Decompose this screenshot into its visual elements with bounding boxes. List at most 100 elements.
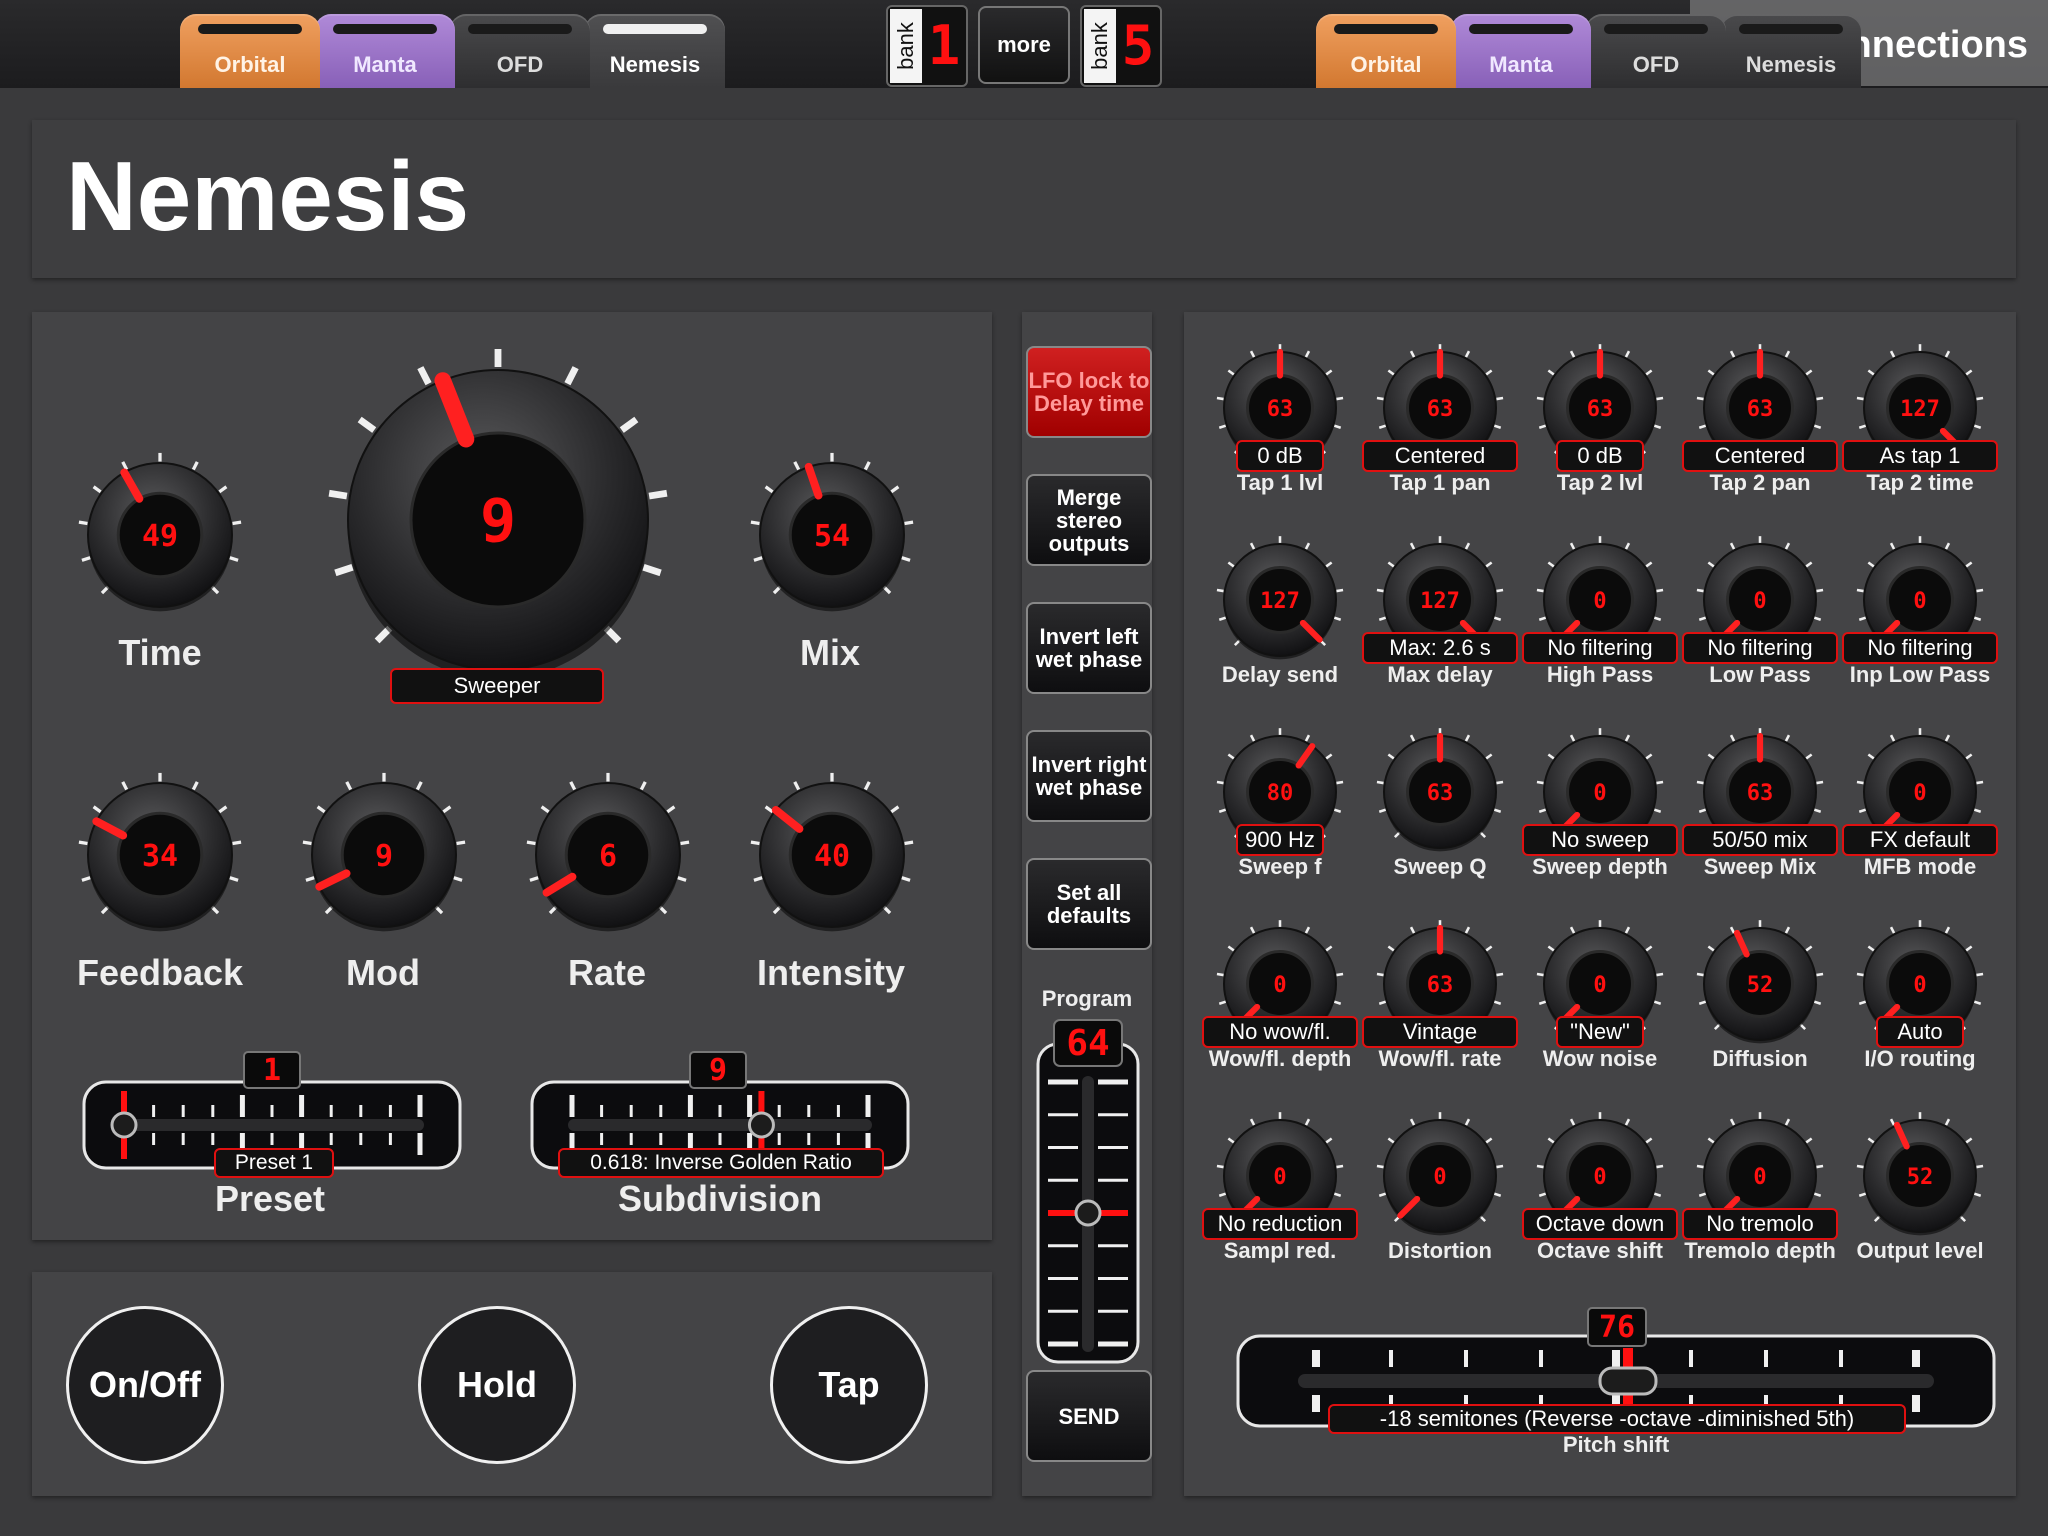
param-24-knob[interactable]: 52	[1856, 1112, 1984, 1236]
tick-mark	[1464, 350, 1471, 358]
tick-mark	[1536, 588, 1544, 593]
param-9-value: 0	[1913, 589, 1926, 614]
invert-left-phase-button[interactable]: Invert left wet phase	[1026, 602, 1152, 694]
param-14-value: 0	[1913, 781, 1926, 806]
feedback-knob[interactable]: 34	[78, 772, 242, 932]
tick-mark	[1378, 424, 1387, 429]
tick-mark	[1336, 396, 1344, 401]
on-off-button[interactable]: On/Off	[66, 1306, 224, 1464]
invert-right-phase-button[interactable]: Invert right wet phase	[1026, 730, 1152, 822]
tab-nemesis[interactable]: Nemesis	[1721, 14, 1861, 88]
tick-mark	[191, 461, 199, 471]
param-display: As tap 1	[1842, 440, 1998, 472]
tab-indicator	[333, 24, 437, 34]
tick-mark	[529, 876, 539, 882]
param-label: High Pass	[1546, 662, 1654, 687]
param-16-value: 63	[1427, 973, 1454, 998]
slider-thumb[interactable]	[110, 1111, 138, 1139]
mix-knob[interactable]: 54	[750, 452, 914, 612]
tick-mark	[750, 520, 760, 526]
param-label: Sweep f	[1238, 854, 1322, 879]
tick-mark	[1729, 542, 1736, 550]
time-knob[interactable]: 49	[78, 452, 242, 612]
program-label: Program	[1041, 986, 1133, 1011]
param-display: No reduction	[1202, 1208, 1358, 1240]
tick-mark	[1227, 753, 1235, 760]
tick-mark	[890, 485, 900, 494]
lfo-lock-button[interactable]: LFO lock to Delay time	[1026, 346, 1152, 438]
tap-button[interactable]: Tap	[770, 1306, 928, 1464]
tick-mark	[1333, 808, 1342, 813]
tick-mark	[1645, 945, 1653, 952]
tick-mark	[1496, 588, 1504, 593]
hold-button[interactable]: Hold	[418, 1306, 576, 1464]
tick-mark	[1464, 1118, 1471, 1126]
param-display: No sweep	[1522, 824, 1678, 856]
tick-mark	[1218, 1000, 1227, 1005]
tick-mark	[1249, 734, 1256, 742]
tick-mark	[1624, 926, 1631, 934]
tick-mark	[1707, 945, 1715, 952]
mode-knob[interactable]: 9	[328, 349, 668, 679]
param-5-knob[interactable]: 127	[1216, 536, 1344, 660]
tick-mark	[229, 556, 239, 562]
tick-mark	[1856, 780, 1864, 785]
tick-mark	[1325, 753, 1333, 760]
slider-thumb[interactable]	[1074, 1199, 1102, 1227]
tick-mark	[1409, 926, 1416, 934]
tick-mark	[1805, 945, 1813, 952]
tick-mark	[1378, 1000, 1387, 1005]
tick-mark	[1784, 1118, 1791, 1126]
tick-mark	[1227, 1137, 1235, 1144]
tick-mark	[1304, 926, 1311, 934]
tick-mark	[1624, 350, 1631, 358]
param-label: Diffusion	[1712, 1046, 1808, 1071]
tick-mark	[417, 366, 432, 386]
tick-mark	[1805, 561, 1813, 568]
tab-ofd[interactable]: OFD	[1586, 14, 1726, 88]
tick-mark	[1333, 616, 1342, 621]
tick-mark	[1965, 369, 1973, 376]
tick-mark	[1333, 1192, 1342, 1197]
tick-mark	[1867, 561, 1875, 568]
param-11-knob[interactable]: 63	[1376, 728, 1504, 852]
merge-stereo-button[interactable]: Merge stereo outputs	[1026, 474, 1152, 566]
tick-mark	[1496, 396, 1504, 401]
intensity-knob[interactable]: 40	[750, 772, 914, 932]
tab-nemesis[interactable]: Nemesis	[585, 14, 725, 88]
tick-mark	[863, 781, 871, 791]
tab-manta[interactable]: Manta	[315, 14, 455, 88]
tick-mark	[1729, 350, 1736, 358]
tick-mark	[1645, 753, 1653, 760]
tab-orbital[interactable]: Orbital	[1316, 14, 1456, 88]
tab-manta[interactable]: Manta	[1451, 14, 1591, 88]
rate-knob[interactable]: 6	[526, 772, 690, 932]
subdivision-value-box: 9	[689, 1051, 747, 1089]
subdivision-display: 0.618: Inverse Golden Ratio	[558, 1148, 884, 1178]
tab-orbital[interactable]: Orbital	[180, 14, 320, 88]
tab-ofd[interactable]: OFD	[450, 14, 590, 88]
tick-mark	[1493, 1192, 1502, 1197]
set-defaults-button[interactable]: Set all defaults	[1026, 858, 1152, 950]
param-label: Output level	[1856, 1238, 1984, 1263]
tick-mark	[232, 520, 242, 526]
param-21-knob[interactable]: 0	[1376, 1112, 1504, 1236]
param-18-knob[interactable]: 52	[1696, 920, 1824, 1044]
param-13-value: 63	[1747, 781, 1774, 806]
tick-mark	[345, 781, 353, 791]
slider-thumb[interactable]	[1598, 1366, 1658, 1396]
program-slider[interactable]: 64	[1036, 1019, 1140, 1364]
tick-mark	[1889, 1118, 1896, 1126]
tick-mark	[666, 805, 676, 814]
param-display: "New"	[1556, 1016, 1644, 1048]
mod-knob[interactable]: 9	[302, 772, 466, 932]
tick-mark	[1249, 542, 1256, 550]
tick-mark	[1784, 734, 1791, 742]
param-label: Tap 1 pan	[1389, 470, 1491, 495]
send-button[interactable]: SEND	[1026, 1370, 1152, 1462]
preset-label: Preset	[214, 1178, 326, 1219]
tick-mark	[1304, 350, 1311, 358]
rate-value: 6	[599, 839, 617, 874]
feedback-label: Feedback	[76, 952, 244, 993]
slider-thumb[interactable]	[747, 1111, 775, 1139]
